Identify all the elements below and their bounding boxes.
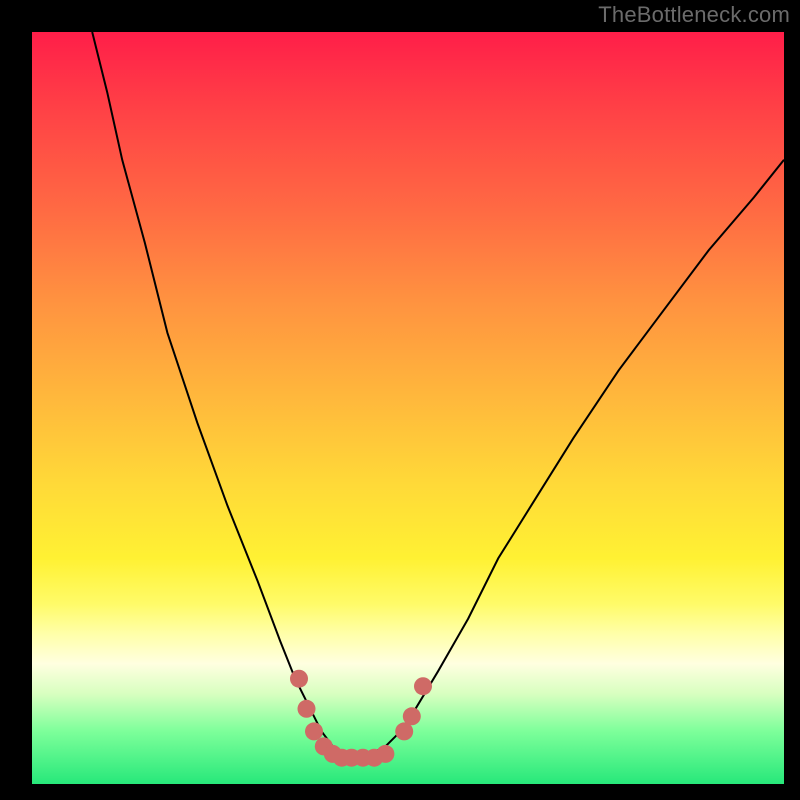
marker-dot <box>298 700 316 718</box>
marker-dot <box>305 722 323 740</box>
marker-dot <box>414 677 432 695</box>
curve-markers <box>32 32 784 784</box>
marker-dot <box>403 707 421 725</box>
marker-dot <box>290 670 308 688</box>
marker-dot <box>376 745 394 763</box>
chart-frame: TheBottleneck.com <box>0 0 800 800</box>
watermark-text: TheBottleneck.com <box>598 2 790 28</box>
